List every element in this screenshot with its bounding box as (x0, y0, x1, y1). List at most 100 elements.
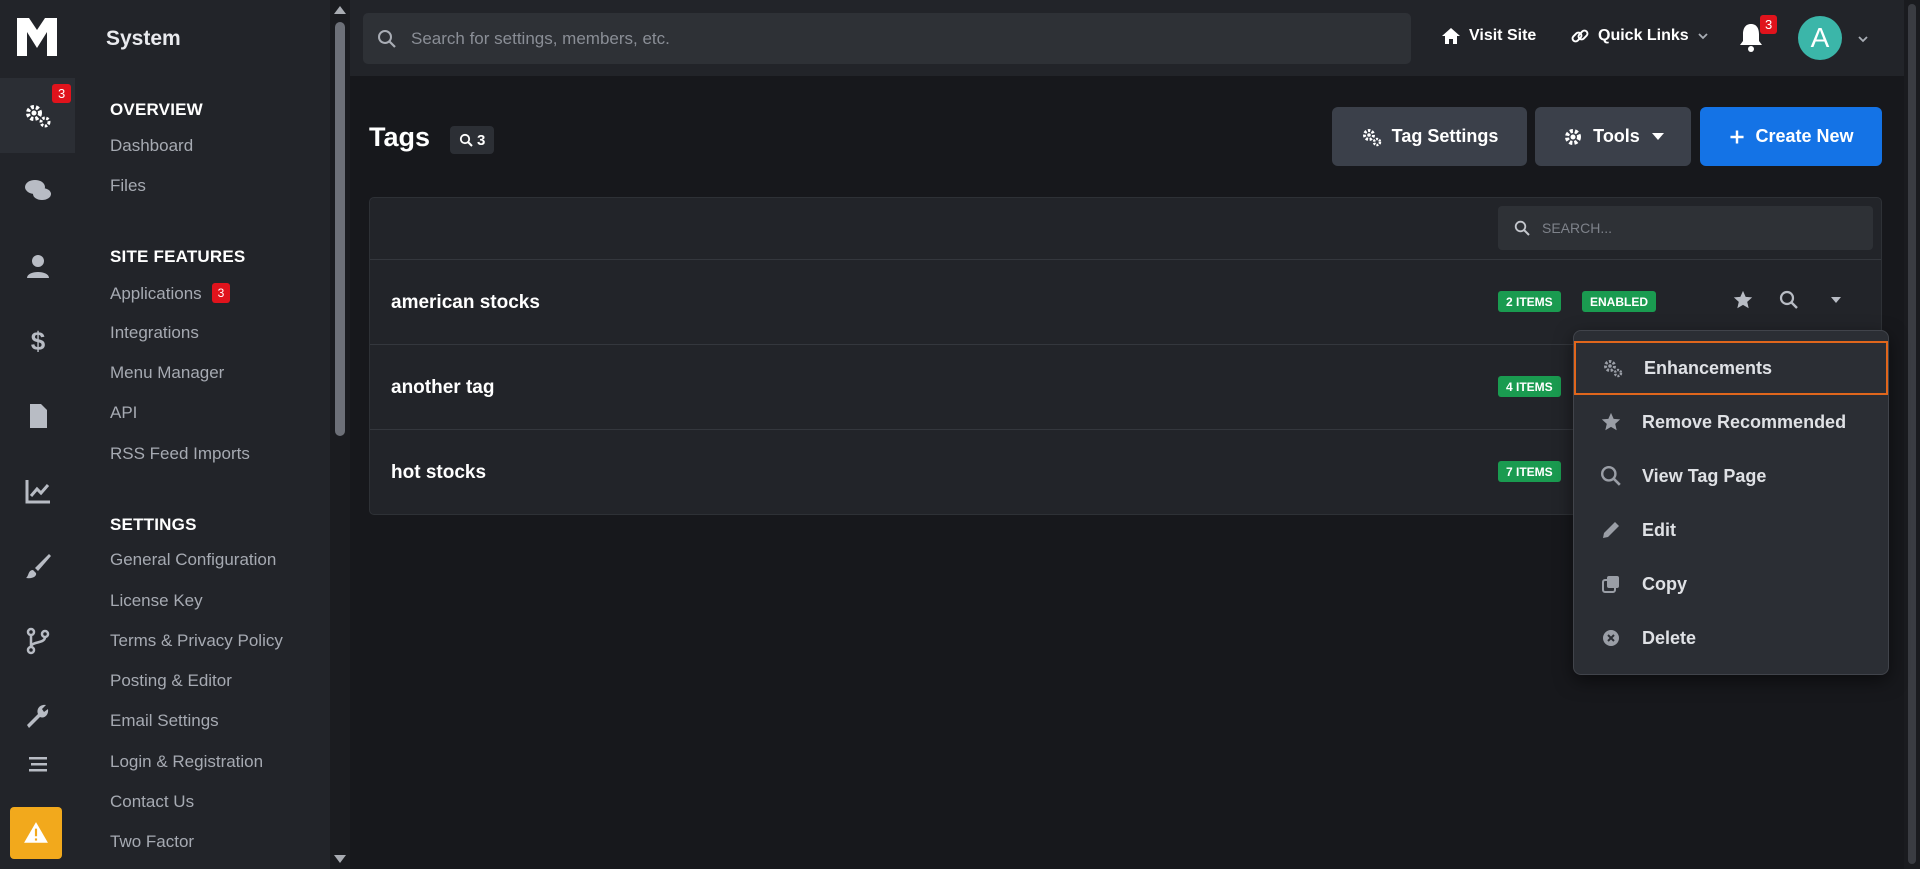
cogs-icon (1362, 128, 1381, 146)
list-icon (28, 756, 47, 771)
rail-system[interactable]: 3 (0, 78, 75, 153)
tag-name[interactable]: american stocks (391, 292, 540, 314)
rail-routing[interactable] (0, 603, 75, 678)
sidebar-item-rss-feed-imports[interactable]: RSS Feed Imports (110, 444, 250, 464)
sidebar-item-dashboard[interactable]: Dashboard (110, 136, 193, 156)
sidebar-item-general-configuration[interactable]: General Configuration (110, 550, 276, 570)
file-icon (29, 403, 47, 428)
page-scrollbar-thumb[interactable] (1908, 4, 1916, 864)
account-chevron-down-icon[interactable] (1857, 33, 1869, 45)
page-scrollbar[interactable] (1904, 0, 1920, 869)
chevron-down-icon (1698, 33, 1708, 40)
search-icon (1779, 290, 1798, 309)
items-badge: 4 ITEMS (1498, 376, 1561, 397)
visit-site-link[interactable]: Visit Site (1441, 26, 1536, 46)
cogs-icon (25, 104, 50, 127)
sidebar-item-terms-privacy[interactable]: Terms & Privacy Policy (110, 631, 283, 651)
dollar-icon: $ (30, 326, 45, 356)
scroll-down-arrow[interactable] (334, 855, 346, 863)
top-bar: Visit Site Quick Links 3 A (350, 0, 1904, 76)
applications-badge: 3 (211, 283, 231, 303)
sidebar-item-menu-manager[interactable]: Menu Manager (110, 363, 224, 383)
rail-stats[interactable] (0, 453, 75, 528)
sidebar-item-contact-us[interactable]: Contact Us (110, 792, 194, 812)
sidebar-item-email-settings[interactable]: Email Settings (110, 711, 219, 731)
row-actions-menu: Enhancements Remove Recommended View Tag… (1573, 330, 1889, 675)
menu-item-delete[interactable]: Delete (1574, 611, 1888, 665)
menu-item-label: Remove Recommended (1642, 411, 1847, 432)
quick-links-menu[interactable]: Quick Links (1570, 26, 1709, 46)
menu-item-view-tag-page[interactable]: View Tag Page (1574, 449, 1888, 503)
tag-settings-button[interactable]: Tag Settings (1332, 107, 1527, 166)
rail-pages[interactable] (0, 378, 75, 453)
status-badge: ENABLED (1582, 291, 1657, 312)
sidebar-item-api[interactable]: API (110, 403, 137, 423)
scroll-up-arrow[interactable] (334, 6, 346, 14)
system-badge: 3 (52, 84, 72, 103)
notifications-badge: 3 (1760, 15, 1778, 34)
rail-customization[interactable] (0, 528, 75, 603)
rail-commerce[interactable]: $ (0, 303, 75, 378)
table-search-input[interactable] (1542, 220, 1842, 236)
tag-settings-label: Tag Settings (1391, 126, 1499, 146)
line-chart-icon (25, 479, 50, 503)
tag-name[interactable]: hot stocks (391, 462, 486, 484)
create-new-button[interactable]: Create New (1700, 107, 1882, 166)
warning-button[interactable] (10, 807, 62, 859)
warning-icon (24, 822, 48, 843)
rail-community[interactable] (0, 153, 75, 228)
home-icon (1442, 28, 1460, 44)
svg-text:$: $ (30, 326, 45, 356)
rail-menu[interactable] (0, 726, 75, 801)
sidebar-scrollbar[interactable] (330, 0, 350, 869)
menu-item-edit[interactable]: Edit (1574, 503, 1888, 557)
recommend-star-button[interactable] (1731, 288, 1755, 312)
pencil-icon (1603, 522, 1619, 538)
search-icon (378, 29, 396, 48)
sidebar-title: System (106, 27, 181, 50)
scrollbar-thumb[interactable] (335, 22, 345, 436)
search-icon (1514, 220, 1530, 236)
menu-item-copy[interactable]: Copy (1574, 557, 1888, 611)
sidebar: System OVERVIEW Dashboard Files SITE FEA… (75, 0, 330, 869)
items-badge: 2 ITEMS (1498, 291, 1561, 312)
table-header (370, 198, 1881, 260)
star-icon (1733, 290, 1753, 309)
menu-item-label: Delete (1642, 627, 1697, 648)
global-search[interactable] (363, 13, 1411, 64)
table-search[interactable] (1498, 206, 1873, 250)
quick-links-label: Quick Links (1598, 27, 1689, 44)
section-site-features: SITE FEATURES (110, 247, 246, 266)
menu-item-enhancements[interactable]: Enhancements (1574, 341, 1888, 395)
tools-label: Tools (1593, 126, 1640, 146)
logo-icon[interactable] (17, 18, 57, 56)
sidebar-item-posting-editor[interactable]: Posting & Editor (110, 671, 232, 691)
search-input[interactable] (411, 28, 1311, 49)
sidebar-item-license-key[interactable]: License Key (110, 591, 203, 611)
sidebar-item-applications[interactable]: Applications 3 (110, 283, 231, 304)
sidebar-item-two-factor[interactable]: Two Factor (110, 832, 194, 852)
copy-icon (1602, 576, 1619, 593)
rail-members[interactable] (0, 228, 75, 303)
visit-site-label: Visit Site (1469, 27, 1537, 44)
tag-name[interactable]: another tag (391, 377, 494, 399)
view-tag-button[interactable] (1777, 288, 1801, 312)
tag-count-badge[interactable]: 3 (450, 126, 495, 154)
chat-bubbles-icon (24, 179, 51, 200)
sidebar-item-integrations[interactable]: Integrations (110, 323, 199, 343)
sidebar-item-files[interactable]: Files (110, 176, 146, 196)
avatar[interactable]: A (1798, 16, 1842, 60)
sidebar-item-login-registration[interactable]: Login & Registration (110, 752, 263, 772)
section-settings: SETTINGS (110, 515, 197, 534)
link-icon (1571, 29, 1589, 43)
tag-count: 3 (477, 131, 486, 149)
menu-item-label: Enhancements (1644, 357, 1773, 378)
star-icon (1601, 412, 1621, 431)
row-menu-toggle[interactable] (1824, 288, 1848, 312)
notifications-button[interactable]: 3 (1736, 15, 1778, 56)
times-circle-icon (1603, 630, 1619, 646)
tools-button[interactable]: Tools (1535, 107, 1691, 166)
menu-item-remove-recommended[interactable]: Remove Recommended (1574, 395, 1888, 449)
user-icon (26, 254, 49, 278)
code-branch-icon (26, 627, 49, 654)
